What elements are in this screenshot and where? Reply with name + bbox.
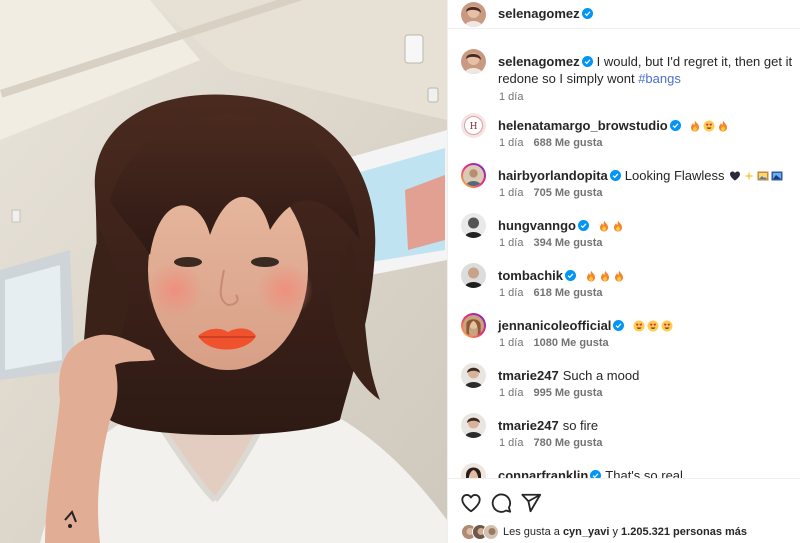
- svg-text:H: H: [470, 122, 478, 132]
- comment-likes[interactable]: 1080 Me gusta: [533, 337, 608, 349]
- comment-meta: 1 día 995 Me gusta: [499, 387, 603, 399]
- verified-badge-icon: [581, 56, 593, 67]
- fire-emoji: [613, 270, 625, 282]
- heart-eyes-emoji: [633, 320, 645, 332]
- fire-emoji: [717, 120, 729, 132]
- verified-badge-icon: [565, 270, 577, 281]
- comment-likes[interactable]: 688 Me gusta: [533, 137, 602, 149]
- comment-icon[interactable]: [490, 492, 512, 514]
- post-detail-panel: selenagomez selenagomez I would, but I'd …: [447, 0, 800, 543]
- comment-likes[interactable]: 995 Me gusta: [533, 387, 602, 399]
- likes-summary[interactable]: Les gusta a cyn_yavi y 1.205.321 persona…: [461, 524, 800, 542]
- comment-body: so fire: [562, 418, 599, 433]
- fire-emoji: [585, 270, 597, 282]
- post-username[interactable]: selenagomez: [498, 6, 580, 21]
- comment-time[interactable]: 1 día: [499, 437, 523, 449]
- comment-meta: 1 día 618 Me gusta: [499, 287, 603, 299]
- comment-username[interactable]: hungvanngo: [498, 218, 589, 233]
- black-heart-emoji: [729, 170, 741, 182]
- avatar[interactable]: [461, 163, 486, 188]
- share-icon[interactable]: [520, 492, 542, 514]
- caption-text: selenagomez I would, but I'd regret it, t…: [498, 53, 798, 87]
- comment-time[interactable]: 1 día: [499, 91, 523, 103]
- post-actions: Les gusta a cyn_yavi y 1.205.321 persona…: [448, 478, 800, 543]
- avatar: [483, 524, 499, 540]
- framed-picture-emoji: [757, 170, 769, 182]
- fire-emoji: [689, 120, 701, 132]
- avatar[interactable]: [461, 413, 486, 438]
- comment-likes[interactable]: 780 Me gusta: [533, 437, 602, 449]
- fire-emoji: [598, 220, 610, 232]
- likes-middle: y: [609, 526, 622, 538]
- avatar[interactable]: [461, 49, 486, 74]
- comments-list[interactable]: selenagomez I would, but I'd regret it, t…: [448, 40, 800, 478]
- comment-username[interactable]: hairbyorlandopita: [498, 168, 621, 183]
- verified-badge-icon: [613, 320, 625, 331]
- verified-badge-icon: [609, 170, 621, 181]
- hashtag-link[interactable]: #bangs: [638, 71, 681, 86]
- verified-badge-icon: [581, 8, 593, 19]
- comment-username[interactable]: tmarie247: [498, 418, 559, 433]
- avatar[interactable]: [461, 263, 486, 288]
- comment-username[interactable]: connarfranklin: [498, 468, 602, 478]
- comment-meta: 1 día: [499, 91, 523, 103]
- verified-badge-icon: [669, 120, 681, 131]
- post-photo[interactable]: [0, 0, 447, 543]
- liker-username[interactable]: cyn_yavi: [563, 526, 609, 538]
- verified-badge-icon: [590, 470, 602, 478]
- comment-meta: 1 día 688 Me gusta: [499, 137, 603, 149]
- likes-prefix: Les gusta a: [503, 526, 563, 538]
- comment-time[interactable]: 1 día: [499, 187, 523, 199]
- selfie-image: [0, 0, 447, 543]
- post-header: selenagomez: [448, 0, 800, 29]
- comment-likes[interactable]: 394 Me gusta: [533, 237, 602, 249]
- sparkles-emoji: [743, 170, 755, 182]
- avatar[interactable]: [461, 213, 486, 238]
- fire-emoji: [612, 220, 624, 232]
- comment-time[interactable]: 1 día: [499, 387, 523, 399]
- likes-text: Les gusta a cyn_yavi y 1.205.321 persona…: [503, 526, 747, 538]
- comment-meta: 1 día 1080 Me gusta: [499, 337, 609, 349]
- comment-username[interactable]: tombachik: [498, 268, 577, 283]
- comment-time[interactable]: 1 día: [499, 237, 523, 249]
- heart-eyes-emoji: [661, 320, 673, 332]
- comment-body: Such a mood: [562, 368, 640, 383]
- comment-time[interactable]: 1 día: [499, 137, 523, 149]
- comment-username[interactable]: selenagomez: [498, 54, 593, 69]
- comment-likes[interactable]: 618 Me gusta: [533, 287, 602, 299]
- heart-eyes-emoji: [647, 320, 659, 332]
- comment-username[interactable]: jennanicoleofficial: [498, 318, 625, 333]
- comment-likes[interactable]: 705 Me gusta: [533, 187, 602, 199]
- comment-body: That's so real: [605, 468, 683, 478]
- comment-meta: 1 día 780 Me gusta: [499, 437, 603, 449]
- verified-badge-icon: [578, 220, 589, 231]
- avatar[interactable]: [461, 463, 486, 478]
- comment-meta: 1 día 705 Me gusta: [499, 187, 603, 199]
- comment-meta: 1 día 394 Me gusta: [499, 237, 603, 249]
- avatar[interactable]: [461, 313, 486, 338]
- avatar[interactable]: [461, 2, 486, 27]
- comment-time[interactable]: 1 día: [499, 337, 523, 349]
- heart-icon[interactable]: [460, 492, 482, 514]
- comment-body: Looking Flawless: [624, 168, 725, 183]
- avatar[interactable]: [461, 363, 486, 388]
- likes-count[interactable]: 1.205.321 personas más: [621, 526, 747, 538]
- comment-username[interactable]: tmarie247: [498, 368, 559, 383]
- comment-time[interactable]: 1 día: [499, 287, 523, 299]
- framed-picture-emoji: [771, 170, 783, 182]
- comment-username[interactable]: helenatamargo_browstudio: [498, 118, 681, 133]
- avatar[interactable]: H: [461, 113, 486, 138]
- heart-eyes-emoji: [703, 120, 715, 132]
- fire-emoji: [599, 270, 611, 282]
